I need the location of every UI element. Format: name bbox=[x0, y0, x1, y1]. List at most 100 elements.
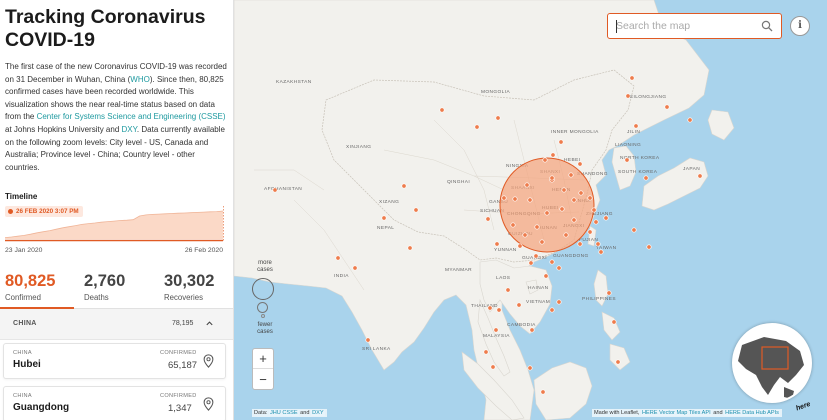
attribution-and: and bbox=[713, 410, 723, 416]
case-dot bbox=[578, 190, 584, 196]
search-input[interactable] bbox=[616, 18, 761, 34]
region-header-china[interactable]: CHINA 78,195 bbox=[0, 309, 233, 340]
who-link[interactable]: WHO bbox=[130, 75, 150, 84]
region-name: CHINA bbox=[13, 320, 37, 327]
search-icon[interactable] bbox=[761, 20, 773, 32]
region-count: 78,195 bbox=[172, 320, 194, 327]
card-confirmed-label: CONFIRMED bbox=[160, 350, 197, 356]
case-dot bbox=[533, 253, 539, 259]
case-dot bbox=[487, 305, 493, 311]
map-pin-icon[interactable] bbox=[203, 397, 214, 411]
card-province: Hubei bbox=[13, 359, 41, 370]
legend-more-cases: more cases bbox=[257, 260, 273, 273]
timeline-label: Timeline bbox=[5, 192, 38, 201]
case-dot bbox=[629, 75, 635, 81]
case-dot bbox=[516, 302, 522, 308]
timeline-end-date: 26 Feb 2020 bbox=[184, 247, 223, 254]
attribution-prefix: Data: bbox=[254, 410, 268, 416]
zoom-out-button[interactable]: − bbox=[253, 370, 273, 390]
list-item[interactable]: CHINA Hubei CONFIRMED 65,187 bbox=[3, 343, 226, 379]
case-dot bbox=[495, 115, 501, 121]
page-title: Tracking Coronavirus COVID-19 bbox=[5, 6, 206, 51]
confirmed-count: 80,825 bbox=[5, 272, 56, 290]
case-dot bbox=[540, 389, 546, 395]
legend-fewer-cases: fewer cases bbox=[257, 322, 273, 335]
case-dot bbox=[549, 175, 555, 181]
case-bubble-hubei bbox=[499, 157, 595, 253]
case-dot bbox=[664, 104, 670, 110]
stat-confirmed[interactable]: 80,825 Confirmed bbox=[5, 272, 55, 302]
case-dot bbox=[559, 206, 565, 212]
case-dot bbox=[544, 210, 550, 216]
card-country: CHINA bbox=[13, 350, 32, 356]
case-dot bbox=[633, 123, 639, 129]
info-button[interactable]: i bbox=[790, 16, 810, 36]
case-dot bbox=[611, 319, 617, 325]
case-dot bbox=[527, 197, 533, 203]
case-dot bbox=[549, 307, 555, 313]
card-province: Guangdong bbox=[13, 402, 70, 413]
stat-deaths[interactable]: 2,760 Deaths bbox=[84, 272, 125, 302]
case-dot bbox=[550, 152, 556, 158]
dxy-attribution-link[interactable]: DXY bbox=[311, 410, 325, 416]
data-attribution: Data: JHU CSSE and DXY bbox=[252, 409, 327, 417]
case-dot bbox=[615, 359, 621, 365]
sidebar: Tracking Coronavirus COVID-19 The first … bbox=[0, 0, 234, 420]
case-dot bbox=[527, 365, 533, 371]
case-dot bbox=[561, 187, 567, 193]
case-dot bbox=[474, 124, 480, 130]
map-search-box[interactable] bbox=[607, 13, 782, 39]
here-hub-link[interactable]: HERE Data Hub APIs bbox=[724, 410, 780, 416]
case-dot bbox=[483, 349, 489, 355]
legend-small-circle bbox=[261, 314, 265, 318]
case-dot bbox=[549, 259, 555, 265]
case-dot bbox=[568, 172, 574, 178]
zoom-in-button[interactable]: + bbox=[253, 349, 273, 369]
case-dot bbox=[571, 197, 577, 203]
card-confirmed-value: 65,187 bbox=[168, 360, 198, 371]
chevron-up-icon[interactable] bbox=[205, 319, 214, 328]
current-date-badge: 26 FEB 2020 3:07 PM bbox=[5, 206, 83, 217]
case-dot bbox=[494, 241, 500, 247]
case-dot bbox=[697, 173, 703, 179]
csse-link[interactable]: Center for Systems Science and Engineeri… bbox=[37, 112, 226, 121]
intro-text: The first case of the new Coronavirus CO… bbox=[5, 61, 230, 174]
case-dot bbox=[485, 216, 491, 222]
case-dot bbox=[598, 249, 604, 255]
case-dot bbox=[624, 157, 630, 163]
case-dot bbox=[496, 307, 502, 313]
dxy-link[interactable]: DXY bbox=[122, 125, 137, 134]
zoom-control: + − bbox=[252, 348, 274, 390]
case-dot bbox=[593, 219, 599, 225]
jhu-link[interactable]: JHU CSSE bbox=[268, 410, 299, 416]
case-dot bbox=[606, 290, 612, 296]
case-dot bbox=[625, 93, 631, 99]
case-dot bbox=[493, 327, 499, 333]
case-dot bbox=[401, 183, 407, 189]
case-dot bbox=[577, 161, 583, 167]
case-dot bbox=[528, 260, 534, 266]
case-dot bbox=[558, 139, 564, 145]
case-dot bbox=[522, 232, 528, 238]
case-dot bbox=[439, 107, 445, 113]
here-vector-link[interactable]: HERE Vector Map Tiles API bbox=[640, 410, 712, 416]
case-dot bbox=[524, 182, 530, 188]
case-dot bbox=[687, 117, 693, 123]
stat-recoveries[interactable]: 30,302 Recoveries bbox=[164, 272, 214, 302]
map-pin-icon[interactable] bbox=[203, 354, 214, 368]
date-dot-icon bbox=[8, 209, 13, 214]
case-dot bbox=[563, 232, 569, 238]
recoveries-count: 30,302 bbox=[164, 272, 215, 290]
overview-globe[interactable] bbox=[732, 323, 812, 403]
current-date-text: 26 FEB 2020 3:07 PM bbox=[16, 208, 79, 215]
case-dot bbox=[556, 299, 562, 305]
case-dot bbox=[512, 196, 518, 202]
case-dot bbox=[501, 195, 507, 201]
case-dot bbox=[542, 157, 548, 163]
map-attribution: Made with Leaflet, HERE Vector Map Tiles… bbox=[592, 409, 782, 417]
case-dot bbox=[490, 364, 496, 370]
case-dot bbox=[352, 265, 358, 271]
case-dot bbox=[631, 227, 637, 233]
case-dot bbox=[335, 255, 341, 261]
list-item[interactable]: CHINA Guangdong CONFIRMED 1,347 bbox=[3, 386, 226, 420]
